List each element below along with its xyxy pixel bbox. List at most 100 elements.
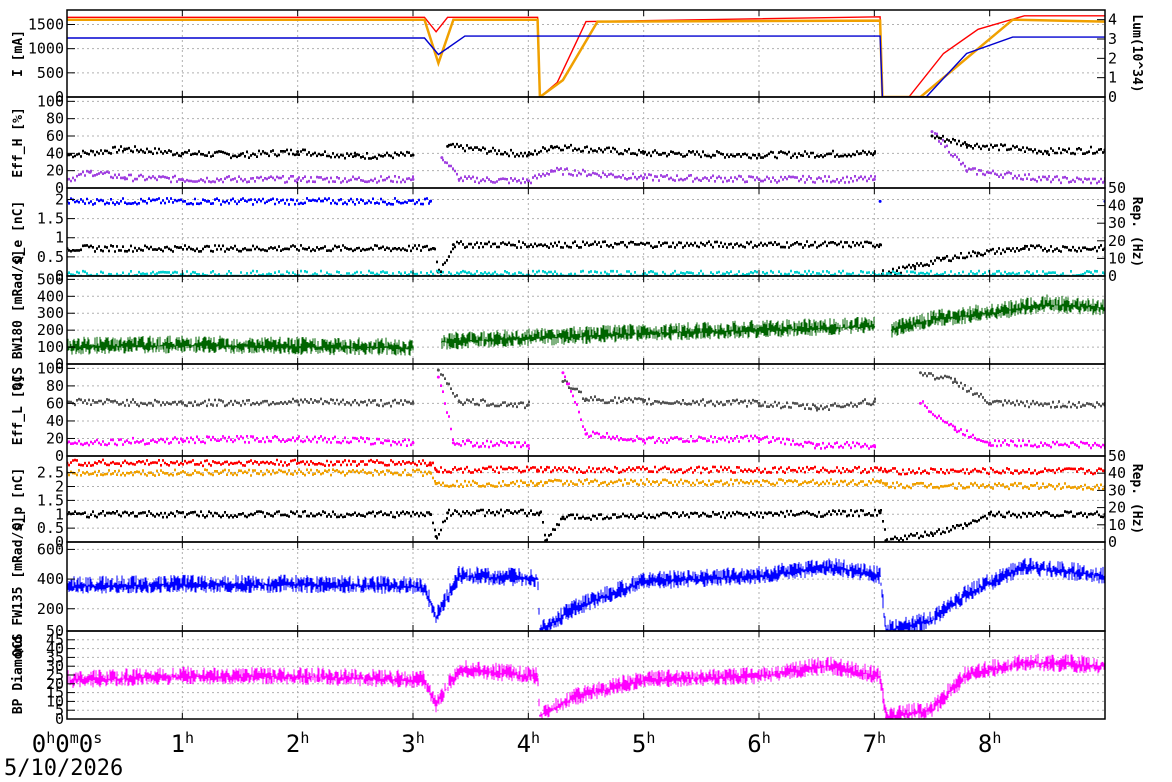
y-tick-label: 200 xyxy=(37,321,64,339)
series-point xyxy=(538,511,542,515)
x-tick-label: 7h xyxy=(863,729,886,758)
series-point xyxy=(878,511,882,515)
series-band-1 xyxy=(67,557,1105,631)
series-point xyxy=(434,482,438,486)
series-point xyxy=(436,375,440,379)
y-tick-label: 2.5 xyxy=(37,464,64,482)
panel-8: 051015202530354045BP Diamond xyxy=(11,630,1106,728)
x-tick-label: 0h0m0s xyxy=(32,729,102,758)
series-point xyxy=(440,156,444,160)
series-point xyxy=(180,401,184,405)
series-point xyxy=(435,616,437,619)
panel-frame xyxy=(66,455,1106,543)
y-axis-title: QCS BW180 [mRad/s] xyxy=(11,250,26,391)
series-point xyxy=(411,441,415,445)
x-tick-value: 0 xyxy=(32,730,46,758)
x-axis: 0h0m0s 1h 2h 3h 4h 5h 6h 7h 8h xyxy=(32,729,1002,758)
series-point xyxy=(296,177,300,181)
series-point xyxy=(872,400,876,404)
y2-tick-label: 3 xyxy=(1108,30,1117,48)
series-point xyxy=(446,144,450,148)
series-point xyxy=(296,150,300,154)
y-axis-title: Eff_H [%] xyxy=(11,107,26,177)
series-point xyxy=(931,319,933,321)
series-point xyxy=(931,709,933,711)
series-point xyxy=(451,243,455,247)
y2-tick-label: 10 xyxy=(1108,249,1126,267)
y-tick-label: 20 xyxy=(46,429,64,447)
x-tick-value: 1 xyxy=(171,730,185,758)
series-point xyxy=(428,461,432,465)
x-tick-value: 5 xyxy=(632,730,646,758)
y-tick-label: 500 xyxy=(37,270,64,288)
series-point xyxy=(758,329,760,331)
x-tick-unit: m xyxy=(70,729,79,747)
y2-tick-label: 2 xyxy=(1108,49,1117,67)
y-tick-label: 1500 xyxy=(28,16,64,34)
series-point xyxy=(930,532,934,536)
y2-tick-label: 50 xyxy=(1108,179,1126,197)
series-group xyxy=(67,557,1105,631)
series-point xyxy=(441,341,443,343)
series-point xyxy=(411,153,415,157)
x-tick-label: 5h xyxy=(632,729,655,758)
series-point xyxy=(878,468,882,472)
series-point xyxy=(436,368,440,372)
series-point xyxy=(1023,661,1026,664)
date-label: 5/10/2026 xyxy=(4,756,124,781)
x-tick-unit: h xyxy=(646,729,655,747)
series-point xyxy=(1046,303,1049,306)
series-point xyxy=(526,403,530,407)
series-point xyxy=(642,581,645,583)
y-tick-label: 200 xyxy=(37,600,64,618)
series-point xyxy=(458,668,460,671)
series-point xyxy=(879,575,881,577)
series-point xyxy=(872,177,876,181)
y2-tick-label: 0 xyxy=(1108,533,1117,551)
series-point xyxy=(827,566,829,569)
y-tick-label: 80 xyxy=(46,110,64,128)
x-tick-value: 0 xyxy=(55,730,69,758)
series-point xyxy=(457,177,461,181)
x-tick-label: 3h xyxy=(401,729,424,758)
series-point xyxy=(965,674,968,676)
beam-monitor-dashboard: 05001000150001234 Lum(10^34)I [mA]0204060… xyxy=(11,9,1144,758)
y2-tick-label: 50 xyxy=(1108,447,1126,465)
series-point xyxy=(873,325,876,328)
y-tick-label: 1 xyxy=(55,229,64,247)
series-point xyxy=(296,346,299,348)
y-tick-label: 20 xyxy=(46,162,64,180)
series-point xyxy=(536,468,540,472)
series-scatter-2 xyxy=(68,375,1105,450)
panel-frame xyxy=(66,275,1106,365)
x-tick-value: 3 xyxy=(401,730,415,758)
series-point xyxy=(411,177,415,181)
series-point xyxy=(988,401,992,405)
y2-axis-title: Rep. (Hz) xyxy=(1129,197,1144,267)
series-group xyxy=(67,130,1105,185)
y2-tick-label: 40 xyxy=(1108,197,1126,215)
y-tick-label: 400 xyxy=(37,287,64,305)
series-point xyxy=(423,679,426,682)
series-point xyxy=(976,251,980,255)
y-axis-title: QCS FW135 [mRad/s] xyxy=(11,516,26,657)
series-scatter-2 xyxy=(68,132,1105,185)
series-group xyxy=(67,653,1105,719)
series-line-2 xyxy=(67,18,1105,97)
series-point xyxy=(930,134,934,138)
series-point xyxy=(544,468,548,472)
series-point xyxy=(180,177,184,181)
series-point xyxy=(544,480,548,484)
x-tick-label: 1h xyxy=(171,729,194,758)
series-point xyxy=(411,401,415,405)
x-tick-value: 0 xyxy=(79,730,93,758)
y-axis-title: I [mA] xyxy=(11,30,26,77)
x-tick-unit: h xyxy=(992,729,1001,747)
series-point xyxy=(434,468,438,472)
series-group xyxy=(67,197,1105,276)
series-point xyxy=(573,607,576,610)
x-tick-value: 4 xyxy=(517,730,531,758)
y2-tick-label: 1 xyxy=(1108,69,1117,87)
series-point xyxy=(536,482,540,486)
x-tick-unit: h xyxy=(416,729,425,747)
